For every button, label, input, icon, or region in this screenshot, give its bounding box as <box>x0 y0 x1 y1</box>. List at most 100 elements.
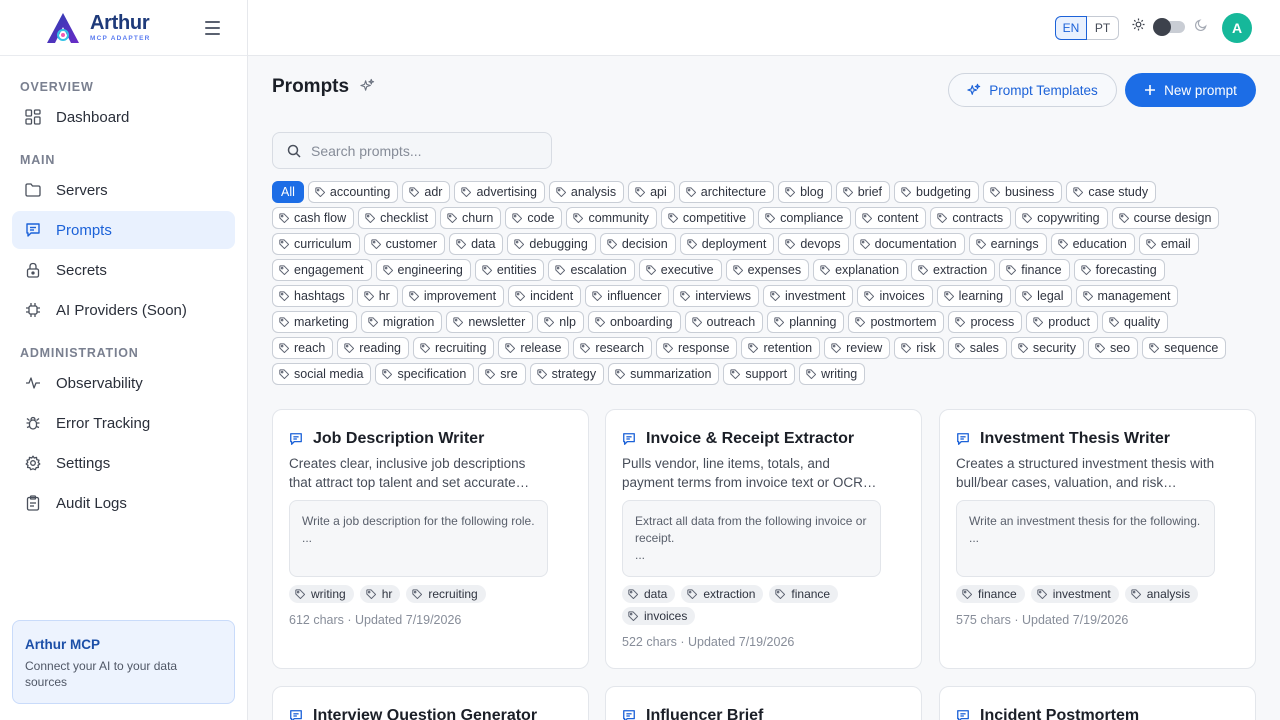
tag-filter[interactable]: cash flow <box>272 207 355 229</box>
tag-filter[interactable]: engineering <box>375 259 471 281</box>
tag-filter[interactable]: sequence <box>1142 337 1227 359</box>
tag-filter[interactable]: debugging <box>507 233 596 255</box>
tag-filter[interactable]: earnings <box>968 233 1047 255</box>
tag-filter[interactable]: budgeting <box>894 181 979 203</box>
tag-filter[interactable]: newsletter <box>446 311 534 333</box>
tag-filter[interactable]: architecture <box>678 181 775 203</box>
tag-filter[interactable]: brief <box>835 181 891 203</box>
tag-filter[interactable]: engagement <box>272 259 372 281</box>
tag-filter[interactable]: email <box>1138 233 1199 255</box>
tag-filter[interactable]: investment <box>762 285 854 307</box>
tag-filter[interactable]: research <box>573 337 653 359</box>
card-tag[interactable]: extraction <box>681 585 764 603</box>
card-tag[interactable]: finance <box>769 585 839 603</box>
tag-filter[interactable]: specification <box>375 363 475 385</box>
tag-filter[interactable]: seo <box>1087 337 1139 359</box>
tag-filter[interactable]: influencer <box>585 285 670 307</box>
tag-filter[interactable]: outreach <box>684 311 764 333</box>
tag-filter[interactable]: planning <box>767 311 845 333</box>
tag-filter[interactable]: management <box>1075 285 1179 307</box>
tag-filter[interactable]: improvement <box>401 285 505 307</box>
card-tag[interactable]: investment <box>1030 585 1119 603</box>
card-tag[interactable]: writing <box>289 585 354 603</box>
prompt-card[interactable]: Interview Question Generator <box>272 686 589 720</box>
tag-filter[interactable]: writing <box>799 363 866 385</box>
tag-filter[interactable]: case study <box>1066 181 1157 203</box>
tag-filter[interactable]: social media <box>272 363 372 385</box>
sidebar-item-servers[interactable]: Servers <box>12 171 235 209</box>
tag-filter[interactable]: business <box>982 181 1063 203</box>
tag-filter[interactable]: security <box>1010 337 1084 359</box>
tag-filter[interactable]: reach <box>272 337 334 359</box>
sidebar-item-observability[interactable]: Observability <box>12 364 235 402</box>
tag-filter[interactable]: compliance <box>758 207 852 229</box>
tag-filter[interactable]: code <box>505 207 563 229</box>
prompt-card[interactable]: Incident Postmortem <box>939 686 1256 720</box>
tag-filter[interactable]: product <box>1026 311 1098 333</box>
tag-filter[interactable]: interviews <box>673 285 759 307</box>
prompt-templates-button[interactable]: Prompt Templates <box>948 73 1117 107</box>
tag-filter[interactable]: api <box>628 181 675 203</box>
tag-filter[interactable]: hr <box>356 285 398 307</box>
theme-toggle[interactable] <box>1153 18 1185 36</box>
tag-filter[interactable]: escalation <box>548 259 635 281</box>
sidebar-item-prompts[interactable]: Prompts <box>12 211 235 249</box>
new-prompt-button[interactable]: New prompt <box>1125 73 1256 107</box>
tag-filter[interactable]: reading <box>337 337 409 359</box>
tag-filter[interactable]: response <box>656 337 738 359</box>
tag-filter[interactable]: marketing <box>272 311 357 333</box>
tag-filter[interactable]: documentation <box>852 233 965 255</box>
tag-filter[interactable]: retention <box>741 337 821 359</box>
card-tag[interactable]: invoices <box>622 607 696 625</box>
tag-filter[interactable]: invoices <box>857 285 933 307</box>
card-tag[interactable]: finance <box>956 585 1025 603</box>
tag-filter[interactable]: incident <box>508 285 582 307</box>
tag-filter[interactable]: competitive <box>660 207 755 229</box>
search-input[interactable] <box>311 142 531 159</box>
tag-filter[interactable]: contracts <box>930 207 1012 229</box>
tag-filter[interactable]: copywriting <box>1015 207 1108 229</box>
tag-filter[interactable]: explanation <box>813 259 908 281</box>
tag-filter[interactable]: customer <box>363 233 446 255</box>
prompt-card[interactable]: Investment Thesis Writer Creates a struc… <box>939 409 1256 669</box>
language-pt-button[interactable]: PT <box>1087 16 1119 40</box>
brand[interactable]: Arthur MCP ADAPTER <box>0 0 247 56</box>
tag-filter[interactable]: review <box>824 337 891 359</box>
tag-filter[interactable]: extraction <box>911 259 996 281</box>
menu-toggle-icon[interactable] <box>205 21 220 35</box>
tag-filter[interactable]: nlp <box>537 311 584 333</box>
tag-filter[interactable]: curriculum <box>272 233 360 255</box>
tag-filter[interactable]: deployment <box>679 233 775 255</box>
tag-filter[interactable]: expenses <box>725 259 810 281</box>
tag-filter[interactable]: course design <box>1111 207 1220 229</box>
sidebar-item-secrets[interactable]: Secrets <box>12 251 235 289</box>
language-en-button[interactable]: EN <box>1055 16 1087 40</box>
card-tag[interactable]: data <box>622 585 676 603</box>
tag-filter[interactable]: accounting <box>307 181 399 203</box>
tag-filter[interactable]: onboarding <box>587 311 681 333</box>
tag-filter[interactable]: checklist <box>358 207 437 229</box>
tag-filter[interactable]: sre <box>478 363 526 385</box>
card-tag[interactable]: hr <box>359 585 401 603</box>
tag-filter[interactable]: content <box>855 207 927 229</box>
tag-filter[interactable]: analysis <box>548 181 625 203</box>
tag-filter[interactable]: adr <box>402 181 451 203</box>
prompt-card[interactable]: Influencer Brief <box>605 686 922 720</box>
tag-filter[interactable]: churn <box>440 207 502 229</box>
tag-filter[interactable]: recruiting <box>412 337 495 359</box>
prompt-card[interactable]: Invoice & Receipt Extractor Pulls vendor… <box>605 409 922 669</box>
tag-filter[interactable]: forecasting <box>1073 259 1165 281</box>
tag-filter-all[interactable]: All <box>272 181 304 203</box>
tag-filter[interactable]: finance <box>999 259 1070 281</box>
tag-filter[interactable]: advertising <box>454 181 545 203</box>
tag-filter[interactable]: quality <box>1101 311 1169 333</box>
sidebar-item-dashboard[interactable]: Dashboard <box>12 98 235 136</box>
tag-filter[interactable]: decision <box>599 233 676 255</box>
tag-filter[interactable]: risk <box>894 337 944 359</box>
sidebar-item-error-tracking[interactable]: Error Tracking <box>12 404 235 442</box>
tag-filter[interactable]: support <box>723 363 796 385</box>
tag-filter[interactable]: education <box>1050 233 1135 255</box>
tag-filter[interactable]: hashtags <box>272 285 353 307</box>
tag-filter[interactable]: executive <box>638 259 722 281</box>
tag-filter[interactable]: community <box>566 207 657 229</box>
